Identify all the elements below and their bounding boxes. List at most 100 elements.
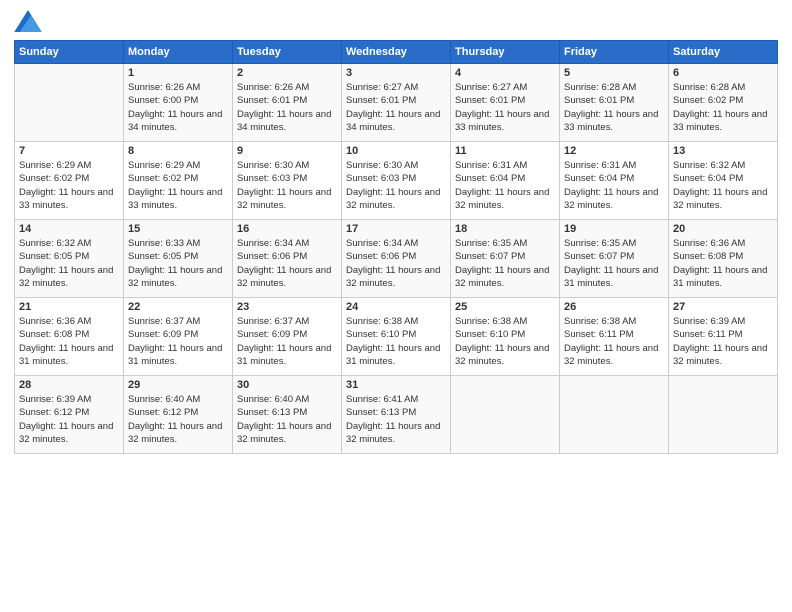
day-cell: 28Sunrise: 6:39 AMSunset: 6:12 PMDayligh…: [15, 376, 124, 454]
day-cell: 27Sunrise: 6:39 AMSunset: 6:11 PMDayligh…: [669, 298, 778, 376]
day-cell: 26 Sunrise: 6:38 AMSunset: 6:11 PMDayligh…: [560, 298, 669, 376]
day-cell: 25 Sunrise: 6:38 AMSunset: 6:10 PMDayligh…: [451, 298, 560, 376]
day-cell: 12Sunrise: 6:31 AMSunset: 6:04 PMDayligh…: [560, 142, 669, 220]
day-info: Sunrise: 6:33 AMSunset: 6:05 PMDaylight:…: [128, 237, 228, 290]
day-number: 18: [455, 223, 555, 235]
header-cell-friday: Friday: [560, 41, 669, 64]
day-number: 22: [128, 301, 228, 313]
day-cell: 8 Sunrise: 6:29 AMSunset: 6:02 PMDaylight…: [124, 142, 233, 220]
day-cell: 9 Sunrise: 6:30 AMSunset: 6:03 PMDaylight…: [233, 142, 342, 220]
header: [14, 10, 778, 32]
day-cell: [451, 376, 560, 454]
day-cell: [560, 376, 669, 454]
day-cell: 13 Sunrise: 6:32 AMSunset: 6:04 PMDayligh…: [669, 142, 778, 220]
day-info: Sunrise: 6:29 AMSunset: 6:02 PMDaylight:…: [19, 159, 119, 212]
day-cell: 17 Sunrise: 6:34 AMSunset: 6:06 PMDayligh…: [342, 220, 451, 298]
day-info: Sunrise: 6:41 AMSunset: 6:13 PMDaylight:…: [346, 393, 446, 446]
day-info: Sunrise: 6:38 AMSunset: 6:11 PMDaylight:…: [564, 315, 664, 368]
day-cell: 14 Sunrise: 6:32 AMSunset: 6:05 PMDayligh…: [15, 220, 124, 298]
header-cell-monday: Monday: [124, 41, 233, 64]
logo: [14, 10, 46, 32]
day-info: Sunrise: 6:37 AMSunset: 6:09 PMDaylight:…: [128, 315, 228, 368]
day-number: 21: [19, 301, 119, 313]
day-number: 24: [346, 301, 446, 313]
day-number: 13: [673, 145, 773, 157]
day-number: 26: [564, 301, 664, 313]
day-info: Sunrise: 6:30 AMSunset: 6:03 PMDaylight:…: [237, 159, 337, 212]
day-info: Sunrise: 6:40 AMSunset: 6:12 PMDaylight:…: [128, 393, 228, 446]
day-cell: 23 Sunrise: 6:37 AMSunset: 6:09 PMDayligh…: [233, 298, 342, 376]
day-info: Sunrise: 6:26 AMSunset: 6:01 PMDaylight:…: [237, 81, 337, 134]
header-cell-tuesday: Tuesday: [233, 41, 342, 64]
day-cell: 5Sunrise: 6:28 AMSunset: 6:01 PMDaylight…: [560, 64, 669, 142]
day-info: Sunrise: 6:26 AMSunset: 6:00 PMDaylight:…: [128, 81, 228, 134]
week-row-5: 28Sunrise: 6:39 AMSunset: 6:12 PMDayligh…: [15, 376, 778, 454]
day-number: 14: [19, 223, 119, 235]
day-cell: 4 Sunrise: 6:27 AMSunset: 6:01 PMDaylight…: [451, 64, 560, 142]
day-cell: [15, 64, 124, 142]
day-info: Sunrise: 6:32 AMSunset: 6:05 PMDaylight:…: [19, 237, 119, 290]
day-info: Sunrise: 6:36 AMSunset: 6:08 PMDaylight:…: [673, 237, 773, 290]
day-cell: 11 Sunrise: 6:31 AMSunset: 6:04 PMDayligh…: [451, 142, 560, 220]
day-number: 28: [19, 379, 119, 391]
day-number: 30: [237, 379, 337, 391]
header-cell-sunday: Sunday: [15, 41, 124, 64]
day-number: 12: [564, 145, 664, 157]
header-cell-saturday: Saturday: [669, 41, 778, 64]
day-info: Sunrise: 6:32 AMSunset: 6:04 PMDaylight:…: [673, 159, 773, 212]
day-cell: 24Sunrise: 6:38 AMSunset: 6:10 PMDayligh…: [342, 298, 451, 376]
week-row-3: 14 Sunrise: 6:32 AMSunset: 6:05 PMDayligh…: [15, 220, 778, 298]
week-row-1: 1 Sunrise: 6:26 AMSunset: 6:00 PMDaylight…: [15, 64, 778, 142]
day-info: Sunrise: 6:29 AMSunset: 6:02 PMDaylight:…: [128, 159, 228, 212]
day-info: Sunrise: 6:35 AMSunset: 6:07 PMDaylight:…: [564, 237, 664, 290]
day-cell: [669, 376, 778, 454]
day-info: Sunrise: 6:35 AMSunset: 6:07 PMDaylight:…: [455, 237, 555, 290]
day-cell: 29 Sunrise: 6:40 AMSunset: 6:12 PMDayligh…: [124, 376, 233, 454]
day-number: 31: [346, 379, 446, 391]
day-info: Sunrise: 6:38 AMSunset: 6:10 PMDaylight:…: [455, 315, 555, 368]
day-info: Sunrise: 6:36 AMSunset: 6:08 PMDaylight:…: [19, 315, 119, 368]
day-cell: 20 Sunrise: 6:36 AMSunset: 6:08 PMDayligh…: [669, 220, 778, 298]
header-cell-thursday: Thursday: [451, 41, 560, 64]
day-info: Sunrise: 6:39 AMSunset: 6:11 PMDaylight:…: [673, 315, 773, 368]
day-number: 1: [128, 67, 228, 79]
day-cell: 10 Sunrise: 6:30 AMSunset: 6:03 PMDayligh…: [342, 142, 451, 220]
header-cell-wednesday: Wednesday: [342, 41, 451, 64]
day-cell: 6 Sunrise: 6:28 AMSunset: 6:02 PMDaylight…: [669, 64, 778, 142]
day-cell: 18 Sunrise: 6:35 AMSunset: 6:07 PMDayligh…: [451, 220, 560, 298]
day-number: 9: [237, 145, 337, 157]
week-row-4: 21 Sunrise: 6:36 AMSunset: 6:08 PMDayligh…: [15, 298, 778, 376]
day-number: 2: [237, 67, 337, 79]
day-number: 29: [128, 379, 228, 391]
day-number: 10: [346, 145, 446, 157]
day-cell: 3 Sunrise: 6:27 AMSunset: 6:01 PMDaylight…: [342, 64, 451, 142]
day-info: Sunrise: 6:28 AMSunset: 6:02 PMDaylight:…: [673, 81, 773, 134]
day-info: Sunrise: 6:31 AMSunset: 6:04 PMDaylight:…: [455, 159, 555, 212]
header-row: SundayMondayTuesdayWednesdayThursdayFrid…: [15, 41, 778, 64]
day-number: 8: [128, 145, 228, 157]
day-cell: 16 Sunrise: 6:34 AMSunset: 6:06 PMDayligh…: [233, 220, 342, 298]
calendar-table: SundayMondayTuesdayWednesdayThursdayFrid…: [14, 40, 778, 454]
day-number: 11: [455, 145, 555, 157]
day-info: Sunrise: 6:27 AMSunset: 6:01 PMDaylight:…: [455, 81, 555, 134]
day-number: 16: [237, 223, 337, 235]
day-number: 20: [673, 223, 773, 235]
day-number: 25: [455, 301, 555, 313]
day-cell: 30Sunrise: 6:40 AMSunset: 6:13 PMDayligh…: [233, 376, 342, 454]
page-container: SundayMondayTuesdayWednesdayThursdayFrid…: [0, 0, 792, 612]
day-info: Sunrise: 6:34 AMSunset: 6:06 PMDaylight:…: [237, 237, 337, 290]
day-info: Sunrise: 6:27 AMSunset: 6:01 PMDaylight:…: [346, 81, 446, 134]
day-info: Sunrise: 6:28 AMSunset: 6:01 PMDaylight:…: [564, 81, 664, 134]
day-number: 17: [346, 223, 446, 235]
day-info: Sunrise: 6:30 AMSunset: 6:03 PMDaylight:…: [346, 159, 446, 212]
day-cell: 22 Sunrise: 6:37 AMSunset: 6:09 PMDayligh…: [124, 298, 233, 376]
day-number: 4: [455, 67, 555, 79]
day-cell: 15Sunrise: 6:33 AMSunset: 6:05 PMDayligh…: [124, 220, 233, 298]
day-number: 6: [673, 67, 773, 79]
day-number: 3: [346, 67, 446, 79]
day-info: Sunrise: 6:37 AMSunset: 6:09 PMDaylight:…: [237, 315, 337, 368]
day-info: Sunrise: 6:34 AMSunset: 6:06 PMDaylight:…: [346, 237, 446, 290]
day-number: 23: [237, 301, 337, 313]
day-number: 19: [564, 223, 664, 235]
day-cell: 19 Sunrise: 6:35 AMSunset: 6:07 PMDayligh…: [560, 220, 669, 298]
